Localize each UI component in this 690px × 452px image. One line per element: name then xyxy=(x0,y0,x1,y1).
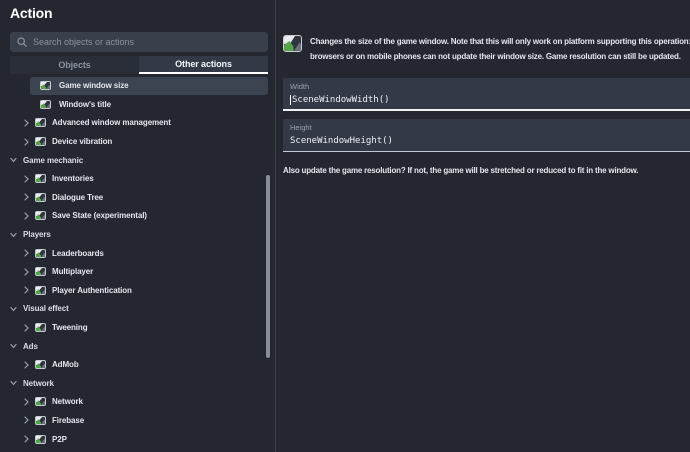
tree-group-label: Tweening xyxy=(52,323,88,332)
tree-group-label: Inventories xyxy=(52,174,94,183)
chevron-right-icon xyxy=(24,324,29,332)
picture-icon xyxy=(40,100,51,109)
height-field-label: Height xyxy=(290,123,690,132)
resolution-note: Also update the game resolution? If not,… xyxy=(283,166,690,175)
picture-icon xyxy=(35,211,46,220)
picture-icon xyxy=(35,267,46,276)
tree-group-row[interactable]: Inventories xyxy=(0,169,268,188)
action-editor-dialog: Action Objects Other actions Game window… xyxy=(0,0,690,452)
chevron-down-icon xyxy=(10,306,17,312)
tree-group-row[interactable]: Device vibration xyxy=(0,132,268,151)
tree-group-label: P2P xyxy=(52,435,67,444)
picture-icon xyxy=(35,416,46,425)
tree-group-row[interactable]: Firebase xyxy=(0,411,268,430)
tree-group-row[interactable]: Save State (experimental) xyxy=(0,207,268,226)
chevron-right-icon xyxy=(24,138,29,146)
tree-category-label: Ads xyxy=(23,342,38,351)
chevron-right-icon xyxy=(24,416,29,424)
chevron-right-icon xyxy=(24,398,29,406)
width-field-label: Width xyxy=(290,82,690,91)
picture-icon xyxy=(35,174,46,183)
action-description: Changes the size of the game window. Not… xyxy=(310,34,690,64)
tree-group-label: Device vibration xyxy=(52,137,112,146)
tree-action-label: Window's title xyxy=(59,100,111,109)
chevron-right-icon xyxy=(24,193,29,201)
tree-category-row[interactable]: Players xyxy=(0,225,268,244)
tree-category-label: Network xyxy=(23,379,54,388)
tree-group-label: Dialogue Tree xyxy=(52,193,103,202)
tree-group-row[interactable]: Player Authentication xyxy=(0,281,268,300)
search-box[interactable] xyxy=(10,32,268,52)
picture-icon xyxy=(35,323,46,332)
tab-bar: Objects Other actions xyxy=(10,56,268,74)
height-field[interactable]: Height SceneWindowHeight() xyxy=(283,119,690,152)
action-detail-panel: Changes the size of the game window. Not… xyxy=(276,0,690,452)
tree-group-row[interactable]: Tweening xyxy=(0,318,268,337)
width-field[interactable]: Width SceneWindowWidth() xyxy=(283,78,690,111)
picture-icon xyxy=(35,286,46,295)
text-caret xyxy=(290,95,291,105)
chevron-right-icon xyxy=(24,119,29,127)
search-icon xyxy=(17,37,27,47)
width-field-value[interactable]: SceneWindowWidth() xyxy=(290,94,690,105)
tree-category-row[interactable]: Game mechanic xyxy=(0,151,268,170)
parameter-fields: Width SceneWindowWidth() Height SceneWin… xyxy=(283,78,690,152)
picture-icon xyxy=(35,397,46,406)
tab-objects[interactable]: Objects xyxy=(10,56,139,74)
description-line-1: Changes the size of the game window. Not… xyxy=(310,34,690,49)
picture-icon xyxy=(35,435,46,444)
tree-group-label: Multiplayer xyxy=(52,267,93,276)
picture-icon xyxy=(35,118,46,127)
tree-group-row[interactable]: Leaderboards xyxy=(0,244,268,263)
tree-action-row[interactable]: Game window size xyxy=(30,77,268,96)
height-field-value[interactable]: SceneWindowHeight() xyxy=(290,135,690,146)
chevron-right-icon xyxy=(24,175,29,183)
tree-group-label: Save State (experimental) xyxy=(52,211,147,220)
chevron-right-icon xyxy=(24,268,29,276)
action-description-row: Changes the size of the game window. Not… xyxy=(283,35,690,64)
tree-action-label: Game window size xyxy=(59,81,129,90)
tree-category-row[interactable]: Visual effect xyxy=(0,300,268,319)
tree-group-row[interactable]: Advanced window management xyxy=(0,114,268,133)
picture-icon xyxy=(35,360,46,369)
picture-icon xyxy=(35,193,46,202)
chevron-right-icon xyxy=(24,435,29,443)
action-picture-icon xyxy=(283,35,302,52)
tab-other-actions[interactable]: Other actions xyxy=(139,56,268,74)
tree-category-row[interactable]: Ads xyxy=(0,337,268,356)
picture-icon xyxy=(35,249,46,258)
picture-icon xyxy=(35,137,46,146)
sidebar-scrollbar-thumb[interactable] xyxy=(266,175,270,358)
tree-group-row[interactable]: P2P xyxy=(0,430,268,449)
tree-group-label: Firebase xyxy=(52,416,84,425)
chevron-right-icon xyxy=(24,361,29,369)
tree-action-row[interactable]: Window's title xyxy=(30,95,268,114)
chevron-right-icon xyxy=(24,286,29,294)
tree-category-label: Players xyxy=(23,230,51,239)
chevron-right-icon xyxy=(24,212,29,220)
tree-group-row[interactable]: AdMob xyxy=(0,355,268,374)
tree-category-row[interactable]: Network xyxy=(0,374,268,393)
search-input[interactable] xyxy=(33,37,261,47)
tree-group-label: Network xyxy=(52,397,83,406)
tree-group-label: AdMob xyxy=(52,360,79,369)
chevron-down-icon xyxy=(10,157,17,163)
description-line-2: browsers or on mobile phones can not upd… xyxy=(310,49,690,64)
chevron-down-icon xyxy=(10,380,17,386)
tree-category-label: Game mechanic xyxy=(23,156,83,165)
tree-group-label: Player Authentication xyxy=(52,286,132,295)
chevron-down-icon xyxy=(10,232,17,238)
page-title: Action xyxy=(10,5,52,21)
tree-group-label: Leaderboards xyxy=(52,249,104,258)
tree-group-row[interactable]: Network xyxy=(0,393,268,412)
picture-icon xyxy=(40,81,51,90)
action-tree: Game window size Window's title Advanced… xyxy=(0,77,268,452)
tree-group-row[interactable]: Dialogue Tree xyxy=(0,188,268,207)
tree-group-label: Advanced window management xyxy=(52,118,171,127)
chevron-down-icon xyxy=(10,343,17,349)
tree-group-row[interactable]: Multiplayer xyxy=(0,262,268,281)
tree-category-label: Visual effect xyxy=(23,304,69,313)
chevron-right-icon xyxy=(24,249,29,257)
